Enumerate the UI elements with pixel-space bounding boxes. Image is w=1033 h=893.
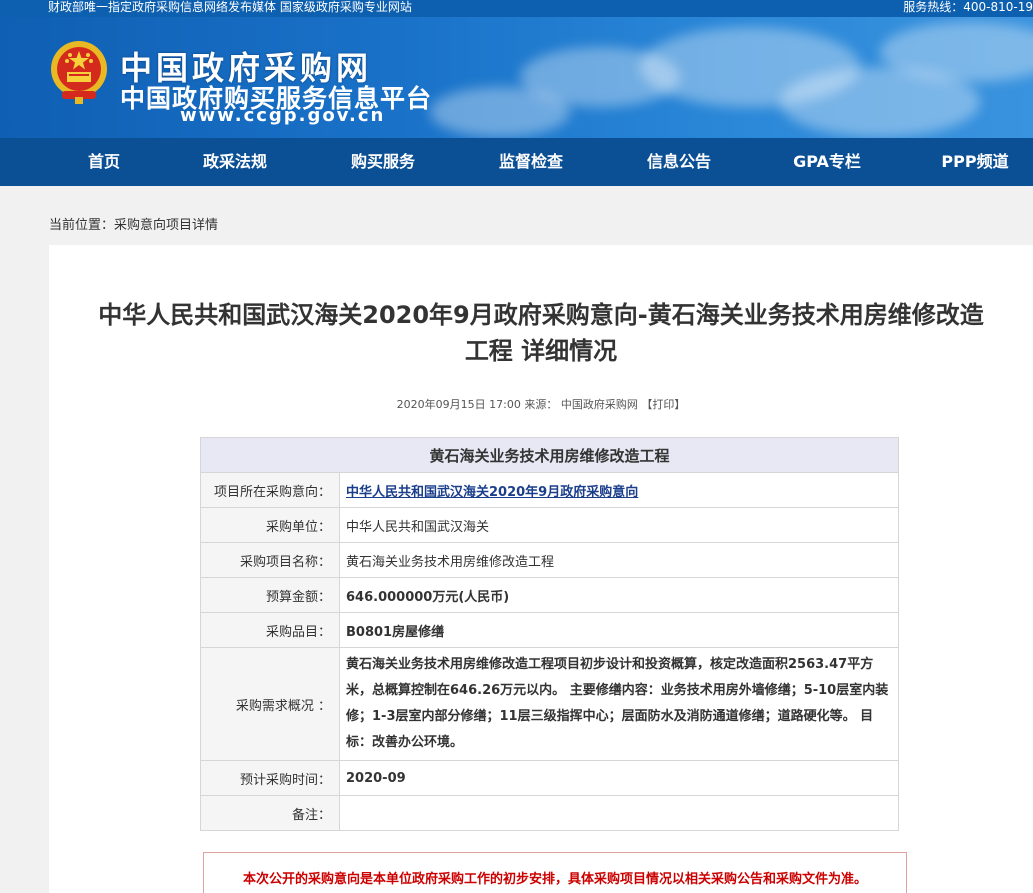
nav-item-home[interactable]: 首页 [66, 138, 142, 186]
nav-item-announcements[interactable]: 信息公告 [632, 138, 726, 186]
nav-item-regulations[interactable]: 政采法规 [190, 138, 280, 186]
row-value: 黄石海关业务技术用房维修改造工程 [339, 542, 899, 578]
top-info-bar: 财政部唯一指定政府采购信息网络发布媒体 国家级政府采购专业网站 服务热线：400… [0, 0, 1033, 17]
row-label: 预算金额： [200, 577, 340, 613]
row-label: 采购需求概况 ： [200, 647, 340, 761]
site-url[interactable]: www.ccgp.gov.cn [180, 105, 385, 126]
row-value: 646.000000万元(人民币) [339, 577, 899, 613]
main-content: 中华人民共和国武汉海关2020年9月政府采购意向-黄石海关业务技术用房维修改造 … [49, 245, 1033, 893]
table-row: 采购品目： B0801房屋修缮 [200, 612, 899, 648]
site-banner: 中国政府采购网 中国政府购买服务信息平台 www.ccgp.gov.cn [0, 17, 1033, 138]
source-label: 来源： [524, 398, 558, 411]
page-title-line1: 中华人民共和国武汉海关2020年9月政府采购意向-黄石海关业务技术用房维修改造 [98, 301, 984, 329]
source-name: 中国政府采购网 [560, 398, 638, 411]
table-row: 采购需求概况 ： 黄石海关业务技术用房维修改造工程项目初步设计和投资概算，核定改… [200, 647, 899, 761]
table-row: 备注： [200, 795, 899, 831]
main-nav: 首页 政采法规 购买服务 监督检查 信息公告 GPA专栏 PPP频道 [0, 138, 1033, 186]
table-row: 采购项目名称： 黄石海关业务技术用房维修改造工程 [200, 542, 899, 578]
row-label: 预计采购时间： [200, 760, 340, 796]
row-value: 2020-09 [339, 760, 899, 796]
service-hotline: 服务热线：400-810-19 [903, 0, 1033, 14]
top-info-text: 财政部唯一指定政府采购信息网络发布媒体 国家级政府采购专业网站 [48, 0, 412, 14]
detail-heading: 黄石海关业务技术用房维修改造工程 [200, 437, 899, 473]
row-label: 备注： [200, 795, 340, 831]
row-label: 采购单位： [200, 507, 340, 543]
table-row: 项目所在采购意向： 中华人民共和国武汉海关2020年9月政府采购意向 [200, 472, 899, 508]
nav-item-purchase-service[interactable]: 购买服务 [336, 138, 430, 186]
publish-date: 2020年09月15日 17:00 [396, 398, 521, 411]
row-value: 中华人民共和国武汉海关 [339, 507, 899, 543]
row-label: 采购项目名称： [200, 542, 340, 578]
table-row: 预算金额： 646.000000万元(人民币) [200, 577, 899, 613]
disclaimer-notice: 本次公开的采购意向是本单位政府采购工作的初步安排，具体采购项目情况以相关采购公告… [203, 852, 907, 893]
row-label: 采购品目： [200, 612, 340, 648]
procurement-intent-link[interactable]: 中华人民共和国武汉海关2020年9月政府采购意向 [346, 485, 638, 500]
table-row: 采购单位： 中华人民共和国武汉海关 [200, 507, 899, 543]
row-value: B0801房屋修缮 [339, 612, 899, 648]
detail-table: 黄石海关业务技术用房维修改造工程 项目所在采购意向： 中华人民共和国武汉海关20… [200, 437, 899, 831]
article-meta: 2020年09月15日 17:00 来源： 中国政府采购网 【打印】 [49, 396, 1033, 412]
nav-item-supervision[interactable]: 监督检查 [484, 138, 578, 186]
row-value [339, 795, 899, 831]
table-row: 预计采购时间： 2020-09 [200, 760, 899, 796]
row-label: 项目所在采购意向： [200, 472, 340, 508]
page-title-line2: 工程 详细情况 [464, 337, 618, 365]
nav-item-ppp[interactable]: PPP频道 [928, 138, 1022, 186]
nav-item-gpa[interactable]: GPA专栏 [780, 138, 874, 186]
row-value: 中华人民共和国武汉海关2020年9月政府采购意向 [339, 472, 899, 508]
page-title: 中华人民共和国武汉海关2020年9月政府采购意向-黄石海关业务技术用房维修改造 … [49, 297, 1033, 369]
national-emblem-icon [51, 41, 107, 104]
breadcrumb: 当前位置：采购意向项目详情 [49, 218, 219, 233]
print-link[interactable]: 【打印】 [641, 398, 685, 411]
row-value: 黄石海关业务技术用房维修改造工程项目初步设计和投资概算，核定改造面积2563.4… [339, 647, 899, 761]
